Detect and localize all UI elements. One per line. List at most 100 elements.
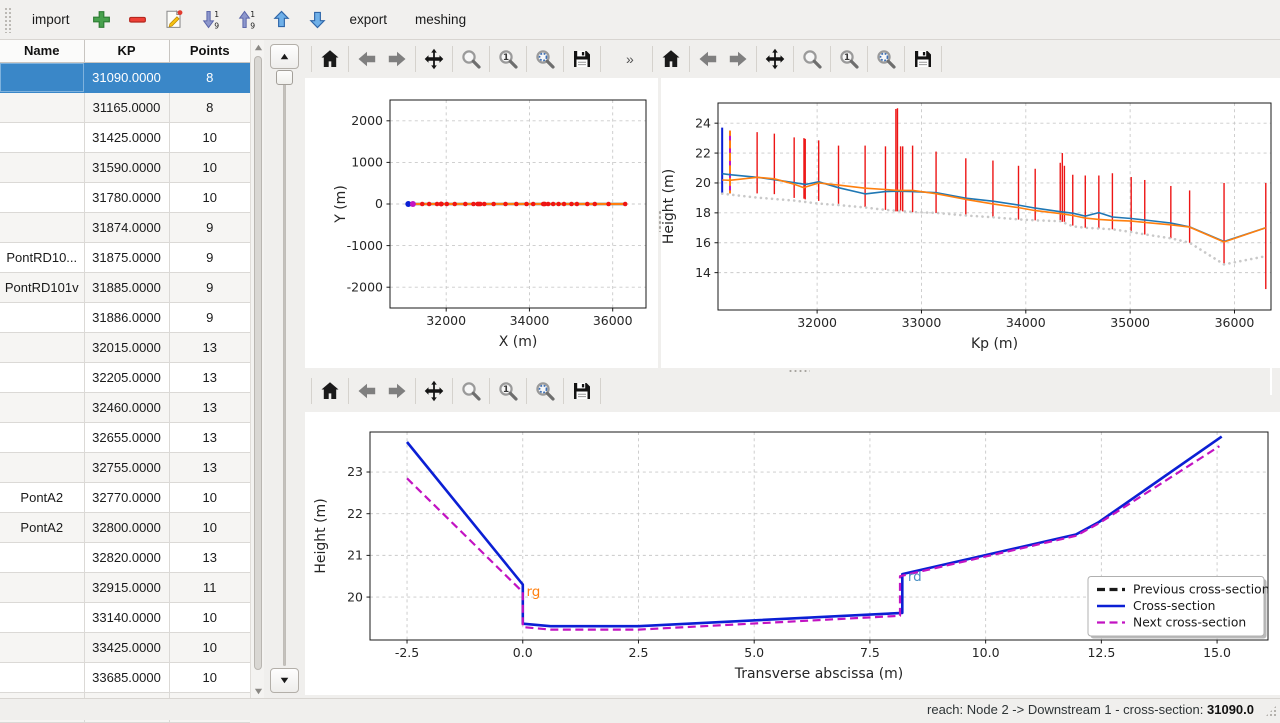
name-cell[interactable]: PontA2 bbox=[0, 482, 84, 512]
name-cell[interactable] bbox=[0, 572, 84, 602]
points-cell[interactable]: 13 bbox=[169, 542, 250, 572]
cross-section-plot[interactable]: rgrd-2.50.02.55.07.510.012.515.020212223… bbox=[305, 412, 1280, 695]
kp-cell[interactable]: 31165.0000 bbox=[84, 92, 169, 122]
table-row[interactable]: 32015.000013 bbox=[0, 332, 250, 362]
points-cell[interactable]: 10 bbox=[169, 662, 250, 692]
table-row[interactable]: 33425.000010 bbox=[0, 632, 250, 662]
sort-ascending-button[interactable]: 19 bbox=[230, 4, 262, 36]
name-cell[interactable] bbox=[0, 602, 84, 632]
trace-plot-canvas[interactable]: 320003400036000-2000-1000010002000X (m)Y… bbox=[305, 78, 658, 368]
kp-cell[interactable]: 32755.0000 bbox=[84, 452, 169, 482]
table-row[interactable]: 32820.000013 bbox=[0, 542, 250, 572]
points-cell[interactable]: 10 bbox=[169, 632, 250, 662]
zoom-button[interactable] bbox=[456, 44, 486, 74]
home-button[interactable] bbox=[656, 44, 686, 74]
kp-cell[interactable]: 32015.0000 bbox=[84, 332, 169, 362]
trace-plot[interactable]: 320003400036000-2000-1000010002000X (m)Y… bbox=[305, 78, 658, 368]
add-cross-section-button[interactable] bbox=[86, 4, 118, 36]
home-button[interactable] bbox=[315, 44, 345, 74]
remove-cross-section-button[interactable] bbox=[122, 4, 154, 36]
points-cell[interactable]: 9 bbox=[169, 242, 250, 272]
kp-cell[interactable]: 31425.0000 bbox=[84, 122, 169, 152]
zoom-fit-button[interactable] bbox=[871, 44, 901, 74]
back-button[interactable] bbox=[352, 376, 382, 406]
table-scrollbar-thumb[interactable] bbox=[254, 56, 262, 670]
name-cell[interactable] bbox=[0, 182, 84, 212]
column-header-name[interactable]: Name bbox=[0, 40, 84, 62]
pan-button[interactable] bbox=[760, 44, 790, 74]
kp-cell[interactable]: 32915.0000 bbox=[84, 572, 169, 602]
points-cell[interactable]: 13 bbox=[169, 362, 250, 392]
points-cell[interactable]: 13 bbox=[169, 332, 250, 362]
table-row[interactable]: 31590.000010 bbox=[0, 152, 250, 182]
table-row[interactable]: PontRD10...31875.00009 bbox=[0, 242, 250, 272]
longitudinal-profile-plot[interactable]: 3200033000340003500036000141618202224Kp … bbox=[661, 78, 1280, 368]
name-cell[interactable] bbox=[0, 422, 84, 452]
column-header-points[interactable]: Points bbox=[169, 40, 250, 62]
points-cell[interactable]: 13 bbox=[169, 452, 250, 482]
toolbar-drag-handle[interactable] bbox=[4, 7, 12, 33]
points-cell[interactable]: 10 bbox=[169, 152, 250, 182]
table-row[interactable]: 31886.00009 bbox=[0, 302, 250, 332]
name-cell[interactable] bbox=[0, 332, 84, 362]
kp-cell[interactable]: 33140.0000 bbox=[84, 602, 169, 632]
kp-cell[interactable]: 33425.0000 bbox=[84, 632, 169, 662]
name-cell[interactable]: PontRD101v bbox=[0, 272, 84, 302]
table-row[interactable]: 32655.000013 bbox=[0, 422, 250, 452]
zoom-fit-button[interactable] bbox=[530, 376, 560, 406]
table-row[interactable]: 31090.00008 bbox=[0, 62, 250, 92]
vertical-splitter-handle[interactable] bbox=[658, 210, 662, 232]
table-row[interactable]: 32755.000013 bbox=[0, 452, 250, 482]
points-cell[interactable]: 8 bbox=[169, 92, 250, 122]
back-button[interactable] bbox=[693, 44, 723, 74]
kp-cell[interactable]: 32655.0000 bbox=[84, 422, 169, 452]
name-cell[interactable] bbox=[0, 92, 84, 122]
points-cell[interactable]: 10 bbox=[169, 602, 250, 632]
name-cell[interactable] bbox=[0, 542, 84, 572]
pan-button[interactable] bbox=[419, 44, 449, 74]
import-button[interactable]: import bbox=[20, 6, 82, 33]
zoom-fit-button[interactable] bbox=[530, 44, 560, 74]
table-row[interactable]: 33685.000010 bbox=[0, 662, 250, 692]
kp-cell[interactable]: 31886.0000 bbox=[84, 302, 169, 332]
forward-button[interactable] bbox=[382, 44, 412, 74]
points-cell[interactable]: 9 bbox=[169, 302, 250, 332]
points-cell[interactable]: 13 bbox=[169, 392, 250, 422]
kp-cell[interactable]: 31875.0000 bbox=[84, 242, 169, 272]
zoom-one-button[interactable]: 1 bbox=[834, 44, 864, 74]
cross-section-table[interactable]: NameKPPoints 31090.0000831165.0000831425… bbox=[0, 40, 250, 723]
table-row[interactable]: 31165.00008 bbox=[0, 92, 250, 122]
kp-cell[interactable]: 32460.0000 bbox=[84, 392, 169, 422]
name-cell[interactable] bbox=[0, 122, 84, 152]
table-scrollbar[interactable] bbox=[250, 40, 264, 698]
name-cell[interactable] bbox=[0, 152, 84, 182]
scroll-up-icon[interactable] bbox=[252, 41, 264, 53]
name-cell[interactable] bbox=[0, 632, 84, 662]
meshing-button[interactable]: meshing bbox=[403, 6, 478, 33]
sort-descending-button[interactable]: 19 bbox=[194, 4, 226, 36]
zoom-button[interactable] bbox=[456, 376, 486, 406]
table-row[interactable]: PontA232800.000010 bbox=[0, 512, 250, 542]
next-cross-section-button[interactable] bbox=[270, 668, 299, 693]
points-cell[interactable]: 10 bbox=[169, 122, 250, 152]
resize-grip[interactable] bbox=[1265, 705, 1277, 717]
name-cell[interactable]: PontRD10... bbox=[0, 242, 84, 272]
home-button[interactable] bbox=[315, 376, 345, 406]
previous-cross-section-button[interactable] bbox=[270, 44, 299, 69]
kp-cell[interactable]: 33685.0000 bbox=[84, 662, 169, 692]
points-cell[interactable]: 11 bbox=[169, 572, 250, 602]
points-cell[interactable]: 10 bbox=[169, 512, 250, 542]
save-button[interactable] bbox=[908, 44, 938, 74]
kp-cell[interactable]: 31780.0000 bbox=[84, 182, 169, 212]
cross-section-slider-track[interactable] bbox=[283, 76, 286, 666]
kp-cell[interactable]: 32205.0000 bbox=[84, 362, 169, 392]
kp-cell[interactable]: 31885.0000 bbox=[84, 272, 169, 302]
points-cell[interactable]: 13 bbox=[169, 422, 250, 452]
cross-section-slider-handle[interactable] bbox=[276, 70, 293, 85]
name-cell[interactable] bbox=[0, 362, 84, 392]
longitudinal-profile-plot-canvas[interactable]: 3200033000340003500036000141618202224Kp … bbox=[661, 78, 1280, 368]
table-row[interactable]: PontA232770.000010 bbox=[0, 482, 250, 512]
save-button[interactable] bbox=[567, 44, 597, 74]
points-cell[interactable]: 9 bbox=[169, 272, 250, 302]
name-cell[interactable]: PontA2 bbox=[0, 512, 84, 542]
